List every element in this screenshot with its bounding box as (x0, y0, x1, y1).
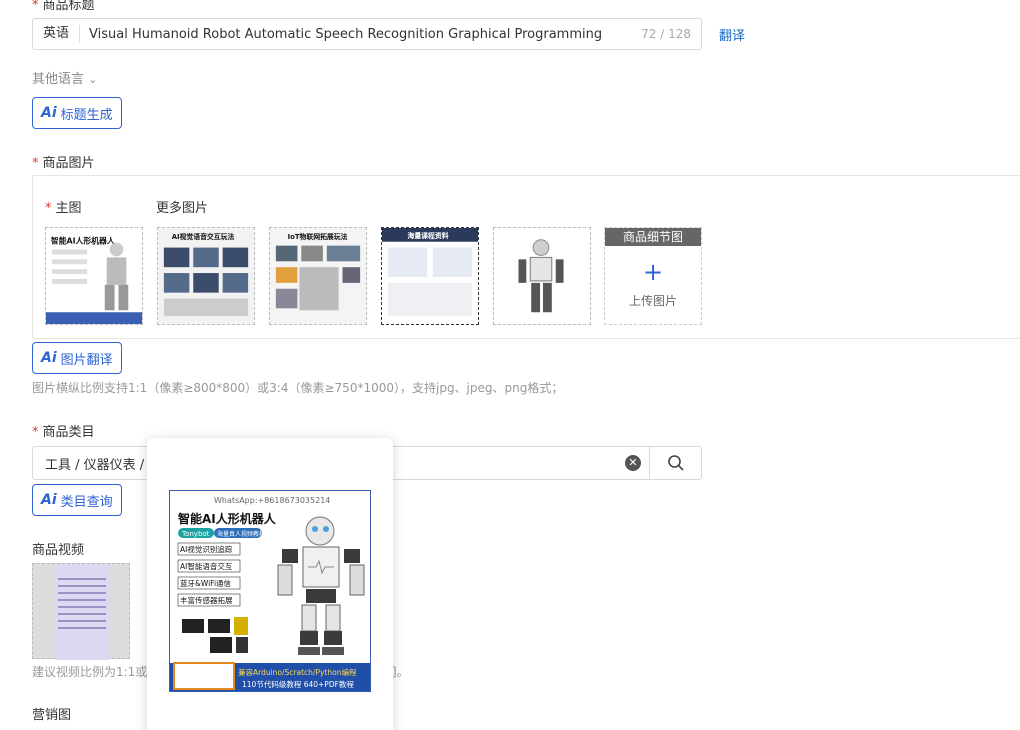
search-button[interactable] (649, 447, 701, 479)
thumb-caption: 海量课程资料 (407, 231, 448, 240)
image-thumb-4[interactable]: 海量课程资料 (381, 227, 479, 325)
search-icon (667, 455, 684, 471)
ai-title-generate-button[interactable]: Ai 标题生成 (32, 97, 122, 129)
preview-heading: 智能AI人形机器人 (177, 511, 277, 526)
ai-icon: Ai (41, 350, 57, 366)
thumb-caption: AI视觉语音交互玩法 (172, 232, 235, 241)
title-input-row[interactable]: 英语 Visual Humanoid Robot Automatic Speec… (32, 18, 702, 50)
preview-footer-2: 110节代码级教程 640+PDF教程 (242, 679, 354, 689)
video-hint-end: ]。 (392, 665, 409, 679)
feature-item: 丰富传感器拓展 (180, 595, 233, 605)
preview-image: WhatsApp:+8618673035214 智能AI人形机器人 Tonybo… (169, 490, 371, 692)
ai-icon: Ai (41, 105, 57, 121)
image-thumb-main[interactable]: 智能AI人形机器人 (45, 227, 143, 325)
title-section-label: * 商品标题 (32, 0, 95, 13)
brand-tag: 海量真人视频教程 (217, 530, 265, 538)
feature-item: AI智能语音交互 (180, 561, 233, 571)
language-tag[interactable]: 英语 (33, 25, 81, 43)
images-section-label: * 商品图片 (32, 156, 95, 171)
char-count: 72 / 128 (641, 27, 691, 41)
brand-label: Tonybot (181, 530, 210, 538)
thumb-caption: 智能AI人形机器人 (51, 236, 115, 246)
clear-icon[interactable]: ✕ (625, 455, 641, 471)
upload-detail-image[interactable]: 商品细节图 + 上传图片 (604, 227, 702, 325)
other-languages-toggle[interactable]: 其他语言 ⌄ (32, 68, 97, 87)
thumb-caption: IoT物联网拓展玩法 (288, 232, 348, 241)
more-images-label: 更多图片 (156, 201, 209, 216)
feature-item: 蓝牙&WiFi通信 (180, 578, 232, 588)
video-hint-start: 建议视频比例为1:1或 (32, 665, 148, 679)
preview-footer-1: 兼容Arduino/Scratch/Python编程 (238, 667, 357, 677)
chevron-down-icon: ⌄ (88, 73, 98, 86)
upload-image-label: 上传图片 (628, 294, 677, 308)
image-thumb-3[interactable]: IoT物联网拓展玩法 (269, 227, 367, 325)
plus-icon: + (642, 258, 664, 286)
video-preview (55, 564, 109, 660)
image-format-hint: 图片横纵比例支持1:1（像素≥800*800）或3:4（像素≥750*1000）… (32, 381, 564, 395)
ai-category-query-button[interactable]: Ai 类目查询 (32, 484, 122, 516)
title-input[interactable]: Visual Humanoid Robot Automatic Speech R… (80, 27, 641, 42)
image-preview-popup: WhatsApp:+8618673035214 智能AI人形机器人 Tonybo… (147, 438, 393, 730)
ai-image-translate-button[interactable]: Ai 图片翻译 (32, 342, 122, 374)
category-section-label: * 商品类目 (32, 425, 95, 440)
detail-image-header: 商品细节图 (605, 228, 701, 246)
video-thumb[interactable] (32, 563, 130, 660)
whatsapp-text: WhatsApp:+8618673035214 (214, 496, 330, 505)
product-edit-page: * 商品标题 英语 Visual Humanoid Robot Automatic… (0, 0, 1020, 730)
ai-icon: Ai (41, 492, 57, 508)
video-section-label: 商品视频 (32, 543, 85, 558)
translate-link[interactable]: 翻译 (719, 25, 745, 44)
main-image-label: * 主图 (45, 201, 82, 216)
feature-item: AI视觉识别追踪 (180, 544, 233, 554)
image-thumb-5[interactable] (493, 227, 591, 325)
image-thumb-2[interactable]: AI视觉语音交互玩法 (157, 227, 255, 325)
marketing-image-label: 营销图 (32, 708, 72, 723)
